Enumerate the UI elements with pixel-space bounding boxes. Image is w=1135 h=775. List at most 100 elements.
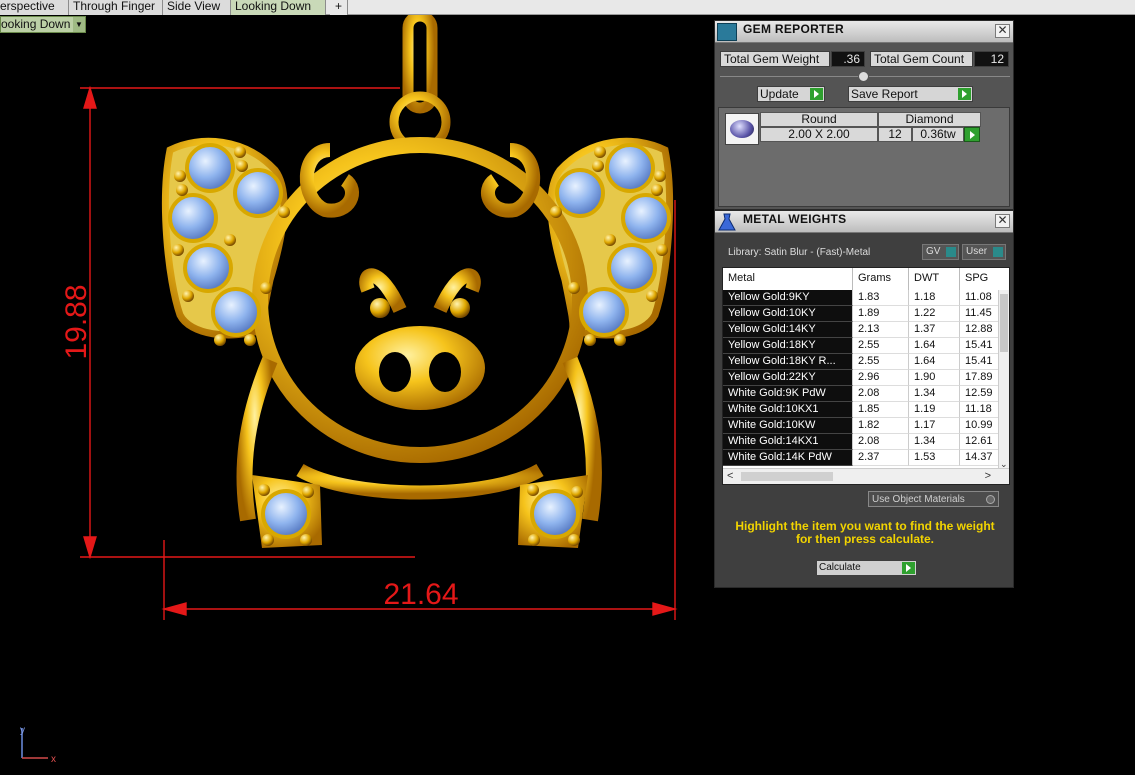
grams-cell: 1.82 [853, 418, 909, 434]
calculate-button-label: Calculate [819, 562, 861, 573]
close-icon[interactable]: ✕ [995, 214, 1010, 228]
total-gem-weight-value: .36 [831, 51, 865, 67]
scroll-left-icon[interactable]: < [727, 470, 733, 482]
metal-weights-titlebar[interactable]: METAL WEIGHTS ✕ [715, 211, 1013, 233]
viewport-title-label: ooking Down [1, 17, 71, 31]
width-dimension-label: 21.64 [383, 578, 458, 611]
dwt-cell: 1.37 [909, 322, 960, 338]
scroll-thumb[interactable] [741, 472, 833, 481]
height-dimension-label: 19.88 [60, 284, 93, 359]
tab-perspective[interactable]: erspective [0, 0, 69, 15]
scroll-right-icon[interactable]: > [985, 470, 991, 482]
gv-toggle[interactable]: GV [922, 244, 959, 260]
gem-weight: 0.36tw [912, 127, 964, 142]
gem [183, 243, 233, 293]
column-header-metal[interactable]: Metal [723, 268, 853, 290]
gem-reporter-titlebar[interactable]: GEM REPORTER ✕ [715, 21, 1013, 43]
table-row[interactable]: Yellow Gold:9KY 1.83 1.18 11.08 [723, 290, 1009, 306]
radio-icon [986, 495, 995, 504]
gem-reporter-panel: GEM REPORTER ✕ Total Gem Weight .36 Tota… [714, 20, 1014, 210]
metal-weights-table[interactable]: Metal Grams DWT SPG Yellow Gold:9KY 1.83 1… [722, 267, 1010, 485]
chevron-down-icon[interactable]: ▼ [73, 17, 85, 32]
table-row[interactable]: White Gold:10KX1 1.85 1.19 11.18 [723, 402, 1009, 418]
dwt-cell: 1.64 [909, 354, 960, 370]
gem-report-icon [717, 23, 737, 41]
table-row[interactable]: Yellow Gold:10KY 1.89 1.22 11.45 [723, 306, 1009, 322]
svg-text:x: x [51, 754, 56, 765]
dwt-cell: 1.19 [909, 402, 960, 418]
grams-cell: 1.85 [853, 402, 909, 418]
dwt-cell: 1.90 [909, 370, 960, 386]
gem-list: Round Diamond 2.00 X 2.00 12 0.36tw [718, 107, 1010, 207]
gem-reporter-title: GEM REPORTER [743, 22, 844, 36]
gem [605, 143, 655, 193]
metal-name-cell: Yellow Gold:18KY [723, 338, 853, 354]
calculate-button[interactable]: Calculate [816, 560, 917, 576]
table-row[interactable]: Yellow Gold:18KY 2.55 1.64 15.41 [723, 338, 1009, 354]
go-arrow-icon [958, 88, 971, 100]
splitter-knob-icon[interactable] [858, 71, 869, 82]
close-icon[interactable]: ✕ [995, 24, 1010, 38]
update-button[interactable]: Update [757, 86, 825, 102]
gem [233, 168, 283, 218]
grams-cell: 2.08 [853, 434, 909, 450]
metal-name-cell: White Gold:10KW [723, 418, 853, 434]
viewport-tab-strip: erspective Through Finger Side View Look… [0, 0, 1135, 15]
grams-cell: 2.55 [853, 354, 909, 370]
cad-window: 19.88 21.64 y x erspective Through Finge… [0, 0, 1135, 775]
vertical-scrollbar[interactable]: ⌄ [998, 290, 1009, 470]
dwt-cell: 1.22 [909, 306, 960, 322]
total-gem-count-label: Total Gem Count [870, 51, 973, 67]
user-toggle[interactable]: User [962, 244, 1006, 260]
table-row[interactable]: White Gold:10KW 1.82 1.17 10.99 [723, 418, 1009, 434]
column-header-dwt[interactable]: DWT [909, 268, 960, 290]
horizontal-scrollbar[interactable]: < > [723, 468, 1009, 484]
scroll-thumb[interactable] [1000, 294, 1008, 352]
table-row[interactable]: Yellow Gold:22KY 2.96 1.90 17.89 [723, 370, 1009, 386]
viewport-scene[interactable]: 19.88 21.64 y x [0, 0, 715, 775]
library-label: Library: Satin Blur - (Fast)-Metal [728, 247, 871, 258]
gem [211, 287, 261, 337]
save-report-button[interactable]: Save Report [848, 86, 973, 102]
tab-through-finger[interactable]: Through Finger [69, 0, 163, 15]
grams-cell: 2.96 [853, 370, 909, 386]
metal-name-cell: White Gold:14K PdW [723, 450, 853, 466]
dwt-cell: 1.53 [909, 450, 960, 466]
pendant-bail [389, 10, 451, 153]
metal-name-cell: Yellow Gold:18KY R... [723, 354, 853, 370]
update-button-label: Update [760, 87, 799, 101]
save-report-button-label: Save Report [851, 87, 918, 101]
table-row[interactable]: White Gold:14K PdW 2.37 1.53 14.37 [723, 450, 1009, 466]
viewport-title[interactable]: ooking Down ▼ [0, 16, 86, 33]
use-object-materials-dropdown[interactable]: Use Object Materials [868, 491, 999, 507]
gem-row-go-button[interactable] [964, 127, 980, 142]
gem-size: 2.00 X 2.00 [760, 127, 878, 142]
metal-name-cell: Yellow Gold:22KY [723, 370, 853, 386]
total-gem-count-value: 12 [974, 51, 1009, 67]
dwt-cell: 1.34 [909, 386, 960, 402]
user-toggle-label: User [966, 246, 988, 257]
grams-cell: 2.13 [853, 322, 909, 338]
toggle-indicator-icon [993, 247, 1003, 257]
flask-icon [717, 213, 737, 231]
dwt-cell: 1.34 [909, 434, 960, 450]
add-tab-button[interactable]: + [330, 0, 348, 15]
table-row[interactable]: Yellow Gold:14KY 2.13 1.37 12.88 [723, 322, 1009, 338]
metal-name-cell: White Gold:14KX1 [723, 434, 853, 450]
table-row[interactable]: White Gold:14KX1 2.08 1.34 12.61 [723, 434, 1009, 450]
column-header-spg[interactable]: SPG [960, 268, 1009, 290]
table-row[interactable]: White Gold:9K PdW 2.08 1.34 12.59 [723, 386, 1009, 402]
grams-cell: 1.89 [853, 306, 909, 322]
gem [261, 489, 311, 539]
column-header-grams[interactable]: Grams [853, 268, 909, 290]
gem [168, 193, 218, 243]
go-arrow-icon [902, 562, 915, 574]
tab-looking-down[interactable]: Looking Down [231, 0, 326, 15]
table-row[interactable]: Yellow Gold:18KY R... 2.55 1.64 15.41 [723, 354, 1009, 370]
tab-side-view[interactable]: Side View [163, 0, 231, 15]
dwt-cell: 1.64 [909, 338, 960, 354]
gem-row[interactable]: Round Diamond 2.00 X 2.00 12 0.36tw [724, 112, 981, 146]
svg-text:y: y [20, 725, 25, 736]
grams-cell: 1.83 [853, 290, 909, 306]
round-diamond-icon [725, 113, 759, 145]
